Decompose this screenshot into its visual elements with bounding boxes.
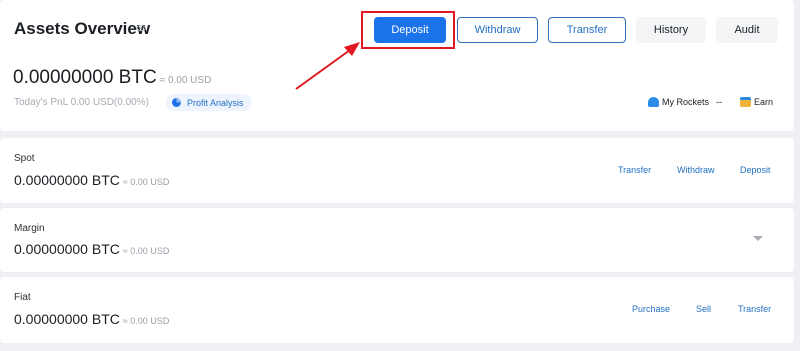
spot-deposit-link[interactable]: Deposit [740, 165, 771, 175]
audit-button[interactable]: Audit [716, 17, 778, 43]
total-balance-btc: 0.00000000 BTC [13, 67, 157, 88]
account-name: Fiat [14, 292, 31, 303]
earn-label: Earn [754, 97, 774, 107]
account-balance-usd: ≈ 0.00 USD [122, 177, 170, 187]
account-balance-usd: ≈ 0.00 USD [122, 316, 170, 326]
eye-icon[interactable] [136, 25, 146, 31]
fiat-account-card: Fiat 0.00000000 BTC ≈ 0.00 USD Purchase S… [0, 277, 794, 343]
total-balance-usd: ≈ 0.00 USD [159, 75, 212, 86]
earn-icon [740, 97, 751, 107]
my-rockets-link[interactable]: My Rockets -- [648, 97, 722, 107]
fiat-purchase-link[interactable]: Purchase [632, 304, 670, 314]
account-balance: 0.00000000 BTC ≈ 0.00 USD [14, 241, 169, 257]
total-balance: 0.00000000 BTC ≈ 0.00 USD [13, 67, 211, 89]
fiat-sell-link[interactable]: Sell [696, 304, 711, 314]
deposit-highlight-box [361, 11, 455, 49]
page-title: Assets Overview [14, 19, 151, 38]
my-rockets-value: -- [716, 97, 723, 107]
transfer-button[interactable]: Transfer [548, 17, 626, 43]
todays-pnl: Today's PnL 0.00 USD(0.00%) [14, 97, 149, 108]
fiat-transfer-link[interactable]: Transfer [738, 304, 771, 314]
account-balance: 0.00000000 BTC ≈ 0.00 USD [14, 311, 169, 327]
rocket-icon [648, 97, 659, 107]
spot-account-card: Spot 0.00000000 BTC ≈ 0.00 USD Transfer W… [0, 138, 794, 203]
my-rockets-label: My Rockets [662, 97, 710, 107]
withdraw-button[interactable]: Withdraw [457, 17, 538, 43]
history-button[interactable]: History [636, 17, 706, 43]
profit-analysis-button[interactable]: Profit Analysis [166, 94, 252, 111]
earn-link[interactable]: Earn [740, 97, 773, 107]
account-balance-btc: 0.00000000 BTC [14, 311, 120, 327]
spot-withdraw-link[interactable]: Withdraw [677, 165, 715, 175]
account-balance-btc: 0.00000000 BTC [14, 241, 120, 257]
profit-analysis-label: Profit Analysis [187, 97, 244, 108]
account-balance-btc: 0.00000000 BTC [14, 172, 120, 188]
account-name: Margin [14, 223, 45, 234]
margin-account-card[interactable]: Margin 0.00000000 BTC ≈ 0.00 USD [0, 208, 794, 272]
account-name: Spot [14, 153, 35, 164]
pie-chart-icon [172, 98, 181, 107]
chevron-down-icon[interactable] [753, 236, 763, 241]
account-balance-usd: ≈ 0.00 USD [122, 246, 170, 256]
account-balance: 0.00000000 BTC ≈ 0.00 USD [14, 172, 169, 188]
spot-transfer-link[interactable]: Transfer [618, 165, 651, 175]
